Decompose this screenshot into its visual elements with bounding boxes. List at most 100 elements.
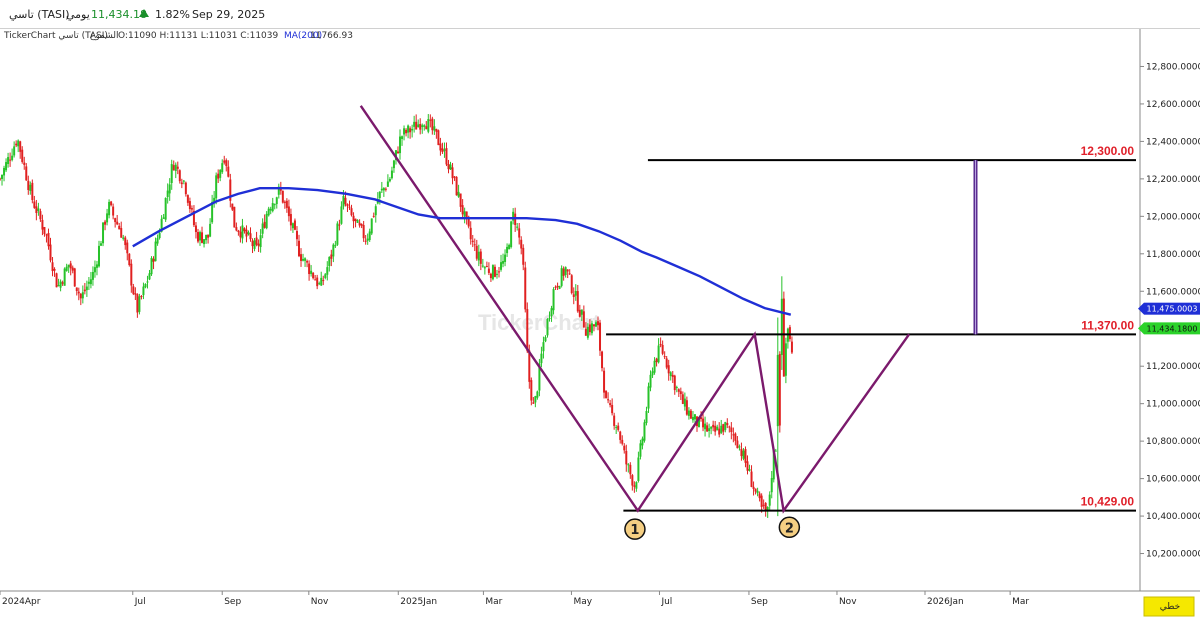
candle-body <box>237 230 240 233</box>
candle-body <box>481 265 484 267</box>
candle-body <box>65 266 68 271</box>
candle-body <box>35 206 38 214</box>
candle-body <box>336 223 339 245</box>
candle-body <box>623 445 626 451</box>
candle-body <box>552 289 555 311</box>
x-tick-label: Mar <box>485 597 502 607</box>
y-tick-label: 11,800.0000 <box>1146 250 1200 260</box>
candle-body <box>176 166 179 169</box>
candle-body <box>59 281 62 288</box>
pivot-marker-label: 2 <box>785 521 794 536</box>
candle-body <box>358 222 361 226</box>
candle-body <box>102 222 105 244</box>
candle-body <box>293 220 296 230</box>
candle-body <box>352 215 355 222</box>
y-tick-label: 12,600.0000 <box>1146 100 1200 110</box>
candle-body <box>201 232 204 243</box>
x-tick-label: Jul <box>134 597 146 607</box>
candle-body <box>328 256 331 267</box>
candle-body <box>207 234 210 238</box>
candle-body <box>182 180 185 182</box>
candle-body <box>223 160 226 163</box>
candle-body <box>354 218 357 222</box>
candle-body <box>108 201 111 216</box>
candle-body <box>134 293 137 295</box>
candle-body <box>233 206 236 228</box>
candle-body <box>421 125 424 128</box>
candle-body <box>180 182 183 185</box>
candle-body <box>55 273 58 288</box>
candle-body <box>485 266 488 268</box>
candle-body <box>33 201 36 208</box>
candle-body <box>136 294 139 313</box>
candle-body <box>251 240 254 247</box>
candle-body <box>146 281 149 283</box>
candle-body <box>342 196 345 207</box>
x-tick-label: Nov <box>839 597 857 607</box>
candle-body <box>114 218 117 223</box>
candle-body <box>310 270 313 274</box>
candle-body <box>411 128 414 131</box>
candle-body <box>550 308 553 317</box>
candle-body <box>498 271 501 273</box>
candle-body <box>661 344 664 354</box>
candle-body <box>338 224 341 226</box>
candle-body <box>283 201 286 203</box>
candle-body <box>716 426 719 431</box>
level-label: 12,300.00 <box>1081 144 1135 158</box>
candle-body <box>586 326 589 338</box>
candle-body <box>415 121 418 130</box>
candle-body <box>97 245 100 267</box>
candle-body <box>534 396 537 403</box>
candle-body <box>677 389 680 392</box>
x-tick-label: 2025Jan <box>400 597 437 607</box>
candle-body <box>300 254 303 261</box>
candle-body <box>83 289 86 292</box>
candle-body <box>532 402 535 404</box>
candle-body <box>170 164 173 184</box>
candle-body <box>419 124 422 130</box>
candle-body <box>45 234 48 236</box>
candle-body <box>522 247 525 265</box>
candle-body <box>489 273 492 279</box>
candle-body <box>384 188 387 190</box>
candle-body <box>643 422 646 441</box>
candle-body <box>261 223 264 234</box>
candle-body <box>461 205 464 215</box>
candle-body <box>148 273 151 280</box>
candle-body <box>425 126 428 130</box>
candle-body <box>693 414 696 420</box>
candle-body <box>564 267 567 275</box>
candle-body <box>364 240 367 242</box>
candle-body <box>495 273 498 275</box>
candle-body <box>320 277 323 286</box>
candle-body <box>372 215 375 217</box>
candle-body <box>530 380 533 401</box>
candle-body <box>362 225 365 239</box>
x-tick-label: May <box>573 597 592 607</box>
candle-body <box>483 267 486 269</box>
candle-body <box>752 486 755 489</box>
candle-body <box>209 223 212 237</box>
y-tick-label: 11,200.0000 <box>1146 362 1200 372</box>
candle-body <box>316 277 319 287</box>
candle-body <box>659 343 662 346</box>
candle-body <box>423 125 426 127</box>
candle-body <box>764 503 767 511</box>
candle-body <box>683 398 686 407</box>
candle-body <box>776 354 779 427</box>
candle-body <box>79 293 82 299</box>
candle-body <box>667 365 670 374</box>
candle-body <box>29 184 32 191</box>
candle-body <box>39 211 42 220</box>
candle-body <box>194 225 197 233</box>
candle-body <box>651 371 654 376</box>
candle-body <box>788 327 791 340</box>
symbol-name[interactable]: تاسي (TASI) <box>9 8 70 21</box>
price-chart[interactable]: TickerChart 12,300.0011,370.0010,429.00 … <box>0 29 1200 619</box>
candle-body <box>196 232 199 242</box>
candle-body <box>47 233 50 247</box>
x-tick-label: Mar <box>1012 597 1029 607</box>
candle-body <box>493 266 496 277</box>
period-label[interactable]: يومي <box>66 8 90 21</box>
